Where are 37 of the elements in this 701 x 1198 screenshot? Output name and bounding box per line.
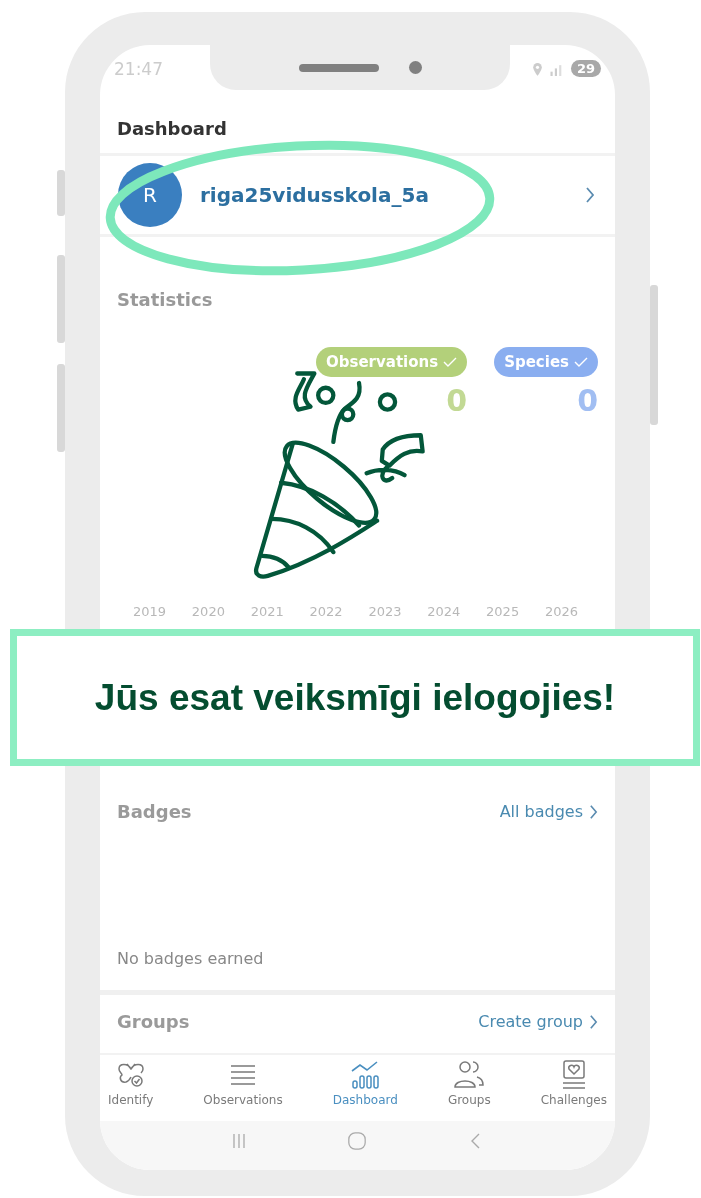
all-badges-link[interactable]: All badges (499, 802, 598, 821)
year-label: 2022 (309, 604, 343, 619)
section-title: Statistics (117, 289, 214, 310)
empty-message: No badges earned (117, 949, 265, 968)
counter-value: 0 (446, 383, 468, 418)
chart-icon (349, 1059, 382, 1091)
section-title: Badges (117, 801, 192, 822)
counter-value: 0 (577, 383, 598, 418)
nav-tab[interactable]: Dashboard (332, 1059, 398, 1121)
profile-row[interactable]: R riga25vidusskola_5a (100, 156, 615, 237)
year-label: 2021 (250, 604, 284, 619)
nav-tab[interactable]: Groups (447, 1059, 491, 1121)
year-label: 2019 (133, 604, 167, 619)
chevron-right-icon (589, 803, 598, 820)
banner-text: Jūs esat veiksmīgi ielogojies! (94, 676, 616, 719)
chevron-right-icon (589, 1013, 598, 1030)
create-group-link[interactable]: Create group (478, 1012, 598, 1031)
location-icon (531, 62, 543, 77)
section-title: Groups (117, 1011, 190, 1032)
camera-icon (408, 61, 422, 74)
nav-tab[interactable]: Identify (108, 1059, 154, 1121)
check-icon (574, 357, 588, 367)
year-label: 2026 (544, 604, 578, 619)
home-icon[interactable] (347, 1130, 368, 1151)
battery-level: 29 (570, 60, 601, 77)
year-label: 2025 (486, 604, 520, 619)
check-icon (443, 357, 458, 367)
year-label: 2023 (368, 604, 402, 619)
page-title: Dashboard (117, 117, 227, 139)
nav-tab[interactable]: Observations (203, 1059, 283, 1121)
people-icon (453, 1059, 486, 1091)
speaker-icon (298, 63, 379, 72)
chevron-right-icon (585, 186, 595, 204)
year-label: 2024 (427, 604, 461, 619)
nav-tab[interactable]: Challenges (540, 1059, 607, 1121)
year-label: 2020 (191, 604, 225, 619)
username: riga25vidusskola_5a (200, 183, 430, 207)
